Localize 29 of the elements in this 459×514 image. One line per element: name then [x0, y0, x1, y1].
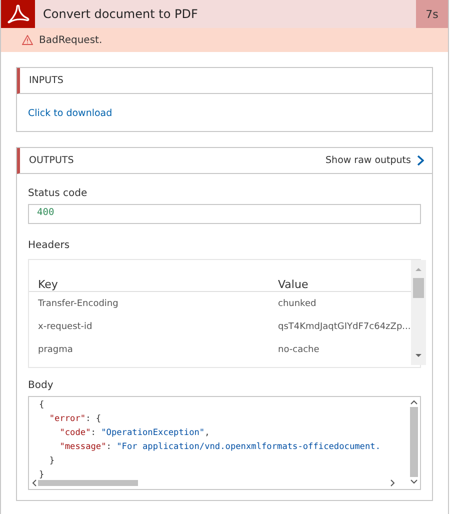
table-cell-text: x-request-id	[38, 322, 94, 332]
column-header: Value	[278, 278, 310, 291]
error-message: BadRequest.	[39, 34, 102, 46]
table-cell-text: no-cache	[278, 344, 320, 354]
vertical-scrollbar[interactable]	[410, 260, 426, 365]
field-label: Status code	[28, 188, 88, 199]
download-link[interactable]: Click to download	[28, 108, 421, 119]
code-line: }	[39, 469, 46, 482]
code-line: "error": {	[48, 413, 102, 426]
table-cell-text: chunked	[278, 298, 318, 308]
action-title: Convert document to PDF	[42, 6, 199, 23]
panel-title: INPUTS	[29, 75, 64, 86]
raw-outputs-link[interactable]: Show raw outputs	[326, 155, 424, 166]
code-line: "message": "For application/vnd.openxmlformats-officedocument.	[58, 441, 382, 454]
code-line: {	[39, 399, 46, 412]
code-line: "code": "OperationException",	[58, 427, 211, 440]
warning-icon	[22, 35, 33, 45]
table-cell: qsT4KmdJaqtGIYdF7c64zZp...	[278, 322, 411, 332]
table-cell-text: Transfer-Encoding	[38, 298, 120, 308]
duration-badge: 7s	[416, 0, 448, 28]
panel-title: OUTPUTS	[29, 155, 74, 166]
code-line: }	[48, 455, 56, 468]
chevron-right-icon	[417, 155, 424, 166]
table-cell-text: pragma	[38, 344, 74, 354]
pdf-logo-icon	[1, 0, 35, 28]
status-code-field[interactable]: 400	[28, 204, 421, 224]
field-label: Body	[28, 380, 54, 391]
field-label: Headers	[28, 240, 71, 251]
column-header: Key	[38, 278, 59, 291]
